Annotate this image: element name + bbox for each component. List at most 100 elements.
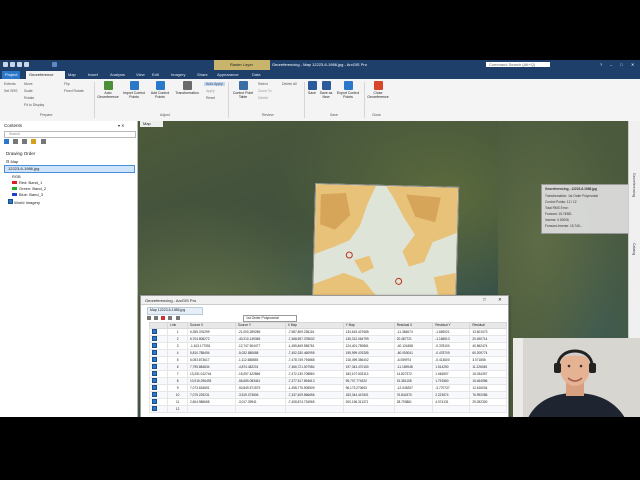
redo-icon[interactable] xyxy=(24,62,29,67)
contents-search[interactable]: Search xyxy=(4,131,136,138)
row-checkbox-cell[interactable] xyxy=(148,369,169,378)
tab-appearance[interactable]: Appearance xyxy=(214,71,242,79)
import-control-points-button[interactable]: Import Control Points xyxy=(121,81,147,99)
tab-project[interactable]: Project xyxy=(2,71,21,79)
fit-display-tool[interactable]: Fit to Display xyxy=(24,103,44,107)
table-row[interactable]: 3 -1,613.177051 -12,747.504477 -1,455,849.5… xyxy=(148,341,507,350)
table-row[interactable]: 8 10,916.296493 -56,655.083461 -7,377,517.8… xyxy=(148,376,507,385)
tab-analysis[interactable]: Analysis xyxy=(107,71,128,79)
table-row[interactable]: 5 6,053.873617 -1,112.588655 -7,478,749.794… xyxy=(148,355,507,364)
maximize-icon[interactable]: □ xyxy=(620,62,622,67)
export-icon[interactable] xyxy=(175,316,180,320)
delete-tool[interactable]: Delete xyxy=(258,96,268,100)
save-as-new-button[interactable]: Save as New xyxy=(318,81,334,99)
list-editing-icon[interactable] xyxy=(31,139,37,144)
row-checkbox-cell[interactable] xyxy=(148,383,169,392)
table-row[interactable]: 7 13,251.012744 -15,097.422866 -7,472,130.7… xyxy=(148,369,507,378)
row-checkbox-cell[interactable] xyxy=(148,397,169,406)
row-checkbox[interactable] xyxy=(152,342,157,348)
row-checkbox-cell[interactable] xyxy=(148,390,169,399)
tab-georeference[interactable]: Georeference xyxy=(26,71,65,79)
row-checkbox[interactable] xyxy=(152,328,157,334)
row-checkbox[interactable] xyxy=(152,335,157,341)
georeferencing-side-tab[interactable]: Georeferencing xyxy=(632,173,636,197)
tab-edit[interactable]: Edit xyxy=(149,71,162,79)
undo-icon[interactable] xyxy=(17,62,22,67)
move-tool[interactable]: Move xyxy=(24,82,33,86)
row-checkbox-cell[interactable] xyxy=(148,376,169,385)
control-point-table-button[interactable]: Control Point Table xyxy=(231,81,255,99)
open-icon[interactable] xyxy=(10,62,15,67)
export-control-points-button[interactable]: Export Control Points xyxy=(334,81,362,99)
delete-all-tool[interactable]: Delete All xyxy=(282,82,297,86)
layer-checkbox[interactable] xyxy=(8,199,13,204)
list-snapping-icon[interactable] xyxy=(40,139,46,144)
import-icon[interactable] xyxy=(168,316,173,320)
row-checkbox-cell[interactable] xyxy=(148,362,169,371)
set-srs-tool[interactable]: Set SRS xyxy=(4,89,17,93)
transformation-select[interactable]: 1st Order Polynomial xyxy=(243,315,297,322)
delete-icon[interactable] xyxy=(161,316,166,320)
flip-tool[interactable]: Flip xyxy=(64,82,70,86)
row-checkbox[interactable] xyxy=(152,349,157,355)
table-row[interactable]: 6 7,795.884834 -4,874.482201 -7,466,721.007… xyxy=(148,362,507,371)
table-row[interactable]: 4 5,810.788494 -5,032.880688 -7,452,330.460… xyxy=(148,348,507,357)
extents-tool[interactable]: Extents xyxy=(4,82,16,86)
customize-icon[interactable] xyxy=(52,62,57,67)
minimize-icon[interactable]: – xyxy=(610,62,612,67)
auto-georeference-button[interactable]: Auto Georeference xyxy=(96,81,120,99)
zoom-to-icon[interactable] xyxy=(154,316,159,320)
table-row[interactable]: 9 7,073.634691 -50,849.571579 -1,498,776.90… xyxy=(148,383,507,392)
transformation-button[interactable]: Transformation xyxy=(172,81,202,95)
row-checkbox[interactable] xyxy=(152,356,157,362)
catalog-side-tab[interactable]: Catalog xyxy=(632,243,636,255)
row-checkbox[interactable] xyxy=(152,391,157,397)
auto-apply-toggle[interactable]: Auto Apply xyxy=(204,82,225,86)
tab-insert[interactable]: Insert xyxy=(85,71,101,79)
table-row[interactable]: 12 xyxy=(148,404,507,413)
fixed-rotate-tool[interactable]: Fixed Rotate xyxy=(64,89,84,93)
table-row[interactable]: 2 6,704.808272 -40,210.149365 -7,468,697.37… xyxy=(148,334,507,343)
row-checkbox[interactable] xyxy=(152,377,157,383)
dialog-doc-tab[interactable]: Map 12223-6-1986.jpg xyxy=(147,307,203,315)
table-row[interactable]: 11 2,604.986665 -3,017.39941 -7,408,874.734… xyxy=(148,397,507,406)
row-checkbox[interactable] xyxy=(152,405,157,411)
list-drawing-order-icon[interactable] xyxy=(4,139,9,144)
row-checkbox[interactable] xyxy=(152,363,157,369)
save-icon[interactable] xyxy=(3,62,8,67)
reset-button[interactable]: Reset xyxy=(206,96,215,100)
help-icon[interactable]: ? xyxy=(600,62,602,67)
row-checkbox-cell[interactable] xyxy=(148,348,169,357)
command-search[interactable]: Command Search (Alt+Q) xyxy=(486,62,550,67)
zoom-to-tool[interactable]: Zoom To xyxy=(258,89,272,93)
row-checkbox-cell[interactable] xyxy=(148,341,169,350)
select-all-icon[interactable] xyxy=(147,316,151,320)
save-button[interactable]: Save xyxy=(306,81,318,95)
scale-tool[interactable]: Scale xyxy=(24,89,33,93)
close-georeference-button[interactable]: Close Georeference xyxy=(366,81,390,99)
row-checkbox-cell[interactable] xyxy=(148,404,169,413)
tab-view[interactable]: View xyxy=(133,71,148,79)
tab-map[interactable]: Map xyxy=(65,71,79,79)
map-node[interactable]: ⊟ Map xyxy=(6,159,18,164)
map-tab[interactable]: Map xyxy=(140,121,163,127)
row-checkbox[interactable] xyxy=(152,370,157,376)
apply-button[interactable]: Apply xyxy=(206,89,215,93)
select-tool[interactable]: Select xyxy=(258,82,268,86)
dialog-maximize-icon[interactable]: □ xyxy=(483,297,486,302)
tab-data[interactable]: Data xyxy=(249,71,263,79)
rotate-tool[interactable]: Rotate xyxy=(24,96,34,100)
row-checkbox-cell[interactable] xyxy=(148,334,169,343)
row-checkbox-cell[interactable] xyxy=(148,355,169,364)
table-row[interactable]: 10 7,075.225231 -3,519.073606 -7,437,409.56… xyxy=(148,390,507,399)
pin-icon[interactable]: ▾ ✕ xyxy=(118,123,124,128)
dialog-close-icon[interactable]: ✕ xyxy=(498,297,502,303)
row-checkbox[interactable] xyxy=(152,398,157,404)
list-selection-icon[interactable] xyxy=(22,139,28,144)
add-control-points-button[interactable]: Add Control Points xyxy=(147,81,173,99)
list-source-icon[interactable] xyxy=(13,139,19,144)
close-icon[interactable]: ✕ xyxy=(631,62,634,67)
world-imagery-layer[interactable]: World Imagery xyxy=(8,199,40,205)
tab-share[interactable]: Share xyxy=(194,71,211,79)
tab-imagery[interactable]: Imagery xyxy=(168,71,188,79)
